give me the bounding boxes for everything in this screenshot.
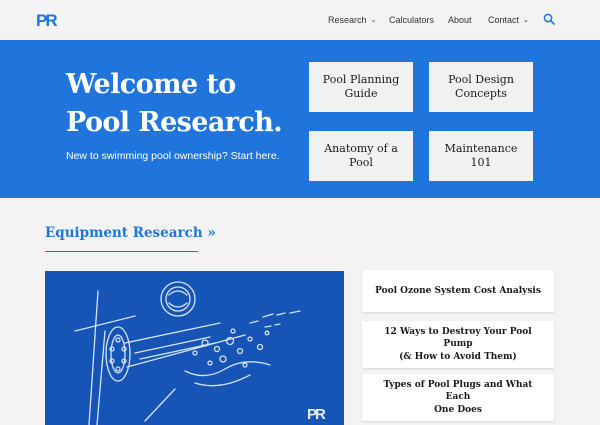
nav-about[interactable]: About [448, 15, 472, 25]
card-label-line-1: Pool Design [448, 73, 514, 86]
nav-contact[interactable]: Contact ⌄ [488, 15, 529, 25]
card-label-line-2: Guide [344, 87, 378, 100]
hero-title-line-2: Pool Research. [66, 107, 283, 138]
article-pool-ozone-cost[interactable]: Pool Ozone System Cost Analysis [362, 270, 554, 312]
card-label-line-1: Anatomy of a [324, 142, 398, 155]
ozone-generator-illustration: PR [74, 281, 328, 425]
article-title-line-2: One Does [434, 404, 482, 415]
chevron-down-icon: ⌄ [523, 17, 529, 24]
card-label-line-2: Concepts [455, 87, 507, 100]
nav-calculators-label: Calculators [389, 15, 435, 25]
card-pool-design-concepts[interactable]: Pool Design Concepts [429, 62, 533, 112]
article-title-line-1: Pool Ozone System Cost Analysis [375, 285, 541, 296]
pool-research-logo[interactable]: PR [36, 10, 58, 29]
nav-contact-label: Contact [488, 15, 520, 25]
equipment-research-link[interactable]: Equipment Research » [45, 225, 216, 241]
card-anatomy-of-a-pool[interactable]: Anatomy of a Pool [309, 131, 413, 181]
article-title-line-2: (& How to Avoid Them) [399, 351, 517, 362]
article-pool-plugs[interactable]: Types of Pool Plugs and What Each One Doe… [362, 374, 554, 421]
hero-banner: Welcome to Pool Research. New to swimmin… [0, 40, 600, 198]
card-label-line-1: Pool Planning [322, 73, 400, 86]
nav-research-label: Research [328, 15, 367, 25]
card-label-line-2: 101 [470, 156, 492, 169]
hero-title-line-1: Welcome to [66, 69, 236, 100]
site-header: PR Research ⌄ Calculators About Contact ⌄ [0, 0, 600, 40]
article-destroy-pool-pump[interactable]: 12 Ways to Destroy Your Pool Pump (& How … [362, 321, 554, 368]
nav-calculators[interactable]: Calculators [389, 15, 434, 25]
hero-title: Welcome to Pool Research. [66, 66, 283, 142]
search-icon[interactable] [543, 13, 555, 25]
card-label-line-2: Pool [349, 156, 373, 169]
feature-article-image[interactable]: PR [45, 271, 344, 425]
article-title-line-1: Types of Pool Plugs and What Each [383, 379, 533, 403]
card-label-line-1: Maintenance [444, 142, 518, 155]
svg-text:PR: PR [36, 11, 57, 29]
article-title-line-1: 12 Ways to Destroy Your Pool Pump [384, 326, 532, 350]
watermark-logo: PR [307, 406, 326, 423]
nav-about-label: About [448, 15, 472, 25]
card-maintenance-101[interactable]: Maintenance 101 [429, 131, 533, 181]
card-pool-planning-guide[interactable]: Pool Planning Guide [309, 62, 413, 112]
hero-subtitle: New to swimming pool ownership? Start he… [66, 150, 280, 162]
nav-research[interactable]: Research ⌄ [328, 15, 376, 25]
chevron-down-icon: ⌄ [370, 17, 377, 24]
section-divider [45, 251, 198, 252]
